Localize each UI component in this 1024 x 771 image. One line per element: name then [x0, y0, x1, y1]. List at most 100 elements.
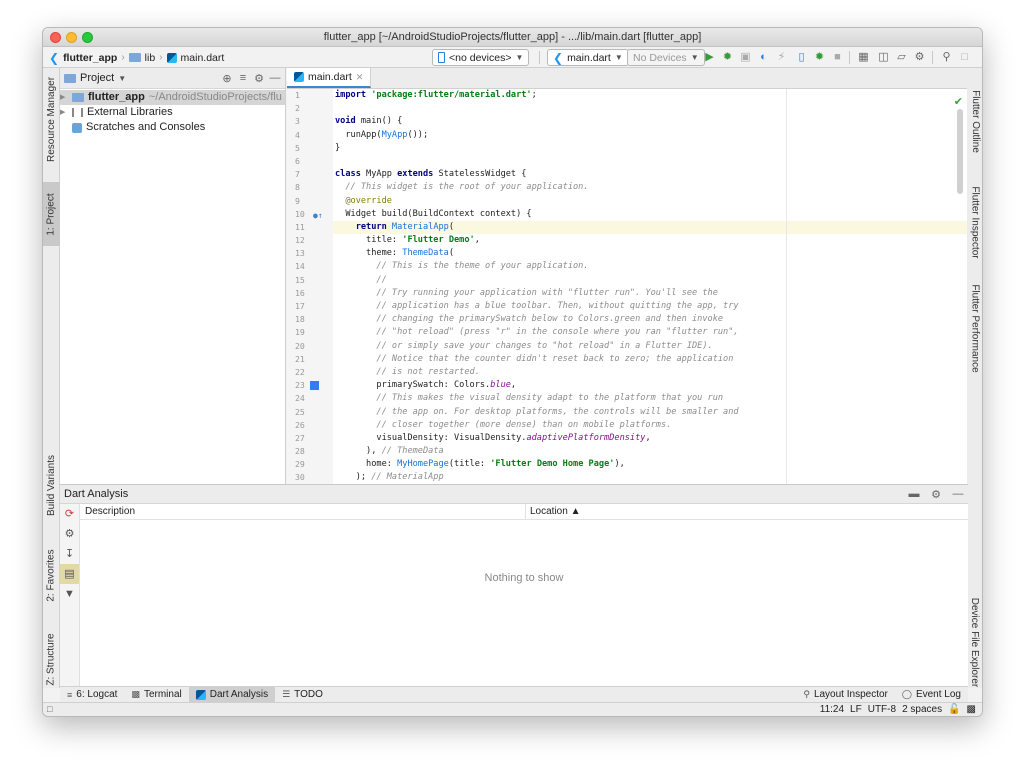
hide-icon[interactable]: — — [269, 72, 281, 84]
editor-scrollbar[interactable] — [957, 109, 963, 194]
indent-setting[interactable]: 2 spaces — [902, 704, 942, 715]
tab-build-variants[interactable]: Build Variants — [43, 444, 60, 526]
code-text: main() { — [360, 116, 403, 127]
line-number: 6 — [295, 155, 300, 166]
line-number: 5 — [295, 142, 300, 153]
tree-item-scratches[interactable]: Scratches and Consoles — [60, 120, 285, 135]
tab-structure[interactable]: Z: Structure — [43, 626, 60, 692]
attach-debugger-icon[interactable]: ✹ — [812, 50, 827, 65]
tree-item-project-root[interactable]: ▶ flutter_app ~/AndroidStudioProjects/fl… — [60, 90, 285, 105]
sync-project-icon[interactable]: ◫ — [876, 50, 891, 65]
breadcrumb-project[interactable]: flutter_app — [63, 52, 117, 64]
code-text: ( — [448, 248, 455, 259]
tree-item-external-libraries[interactable]: ▶ External Libraries — [60, 105, 285, 120]
tab-event-log[interactable]: ◯ Event Log — [895, 687, 968, 703]
code-text: , — [474, 235, 480, 246]
flutter-icon: ❮ — [49, 50, 60, 65]
file-encoding[interactable]: UTF-8 — [868, 704, 896, 715]
color-swatch-icon[interactable] — [310, 381, 319, 391]
search-icon[interactable]: ⚲ — [939, 50, 954, 65]
chevron-right-icon: › — [159, 52, 163, 63]
tab-favorites[interactable]: 2: Favorites — [43, 536, 60, 614]
run-config-selector[interactable]: ❮ main.dart ▼ — [547, 49, 629, 66]
chevron-right-icon[interactable]: ▶ — [60, 105, 68, 120]
group-by-icon[interactable]: ▤ — [60, 564, 79, 584]
run-icon[interactable]: ▶ — [702, 50, 717, 65]
chevron-down-icon[interactable]: ▼ — [118, 74, 126, 83]
tab-main-dart[interactable]: main.dart ✕ — [287, 68, 372, 88]
close-window-button[interactable] — [50, 32, 61, 43]
chevron-right-icon[interactable]: ▶ — [60, 90, 68, 105]
logcat-icon: ≡ — [67, 689, 73, 700]
avd-manager-icon[interactable]: ▯ — [794, 50, 809, 65]
code-text: , — [510, 380, 517, 391]
user-icon[interactable]: □ — [957, 50, 972, 65]
line-number: 1 — [295, 90, 300, 100]
tab-device-file-explorer[interactable]: Device File Explorer — [967, 582, 982, 702]
tab-flutter-outline[interactable]: Flutter Outline — [967, 76, 982, 166]
profile-icon[interactable]: ◐ — [756, 50, 771, 65]
code-text: visualDensity: VisualDensity. — [335, 432, 527, 443]
line-separator[interactable]: LF — [850, 704, 862, 715]
code-text: theme: — [335, 248, 403, 259]
debug-icon[interactable]: ✹ — [720, 50, 735, 65]
tab-flutter-performance[interactable]: Flutter Performance — [967, 268, 982, 388]
close-icon[interactable]: ✕ — [356, 72, 364, 83]
device-selector[interactable]: <no devices> ▼ — [432, 49, 530, 66]
tab-dart-analysis[interactable]: Dart Analysis — [188, 686, 276, 703]
folder-icon — [128, 53, 141, 62]
gear-icon[interactable]: ⚙ — [930, 488, 942, 501]
code-line: title: 'Flutter Demo', — [333, 234, 967, 247]
phone-icon — [438, 52, 445, 63]
closing-label: // MaterialApp — [371, 472, 444, 483]
code-text: StatelessWidget { — [438, 169, 527, 180]
code-line: ), // ThemeData — [333, 445, 967, 458]
zoom-window-button[interactable] — [82, 32, 93, 43]
code-line: class MyApp extends StatelessWidget { — [333, 168, 967, 181]
analysis-ok-icon[interactable]: ✔ — [954, 95, 963, 108]
column-divider[interactable] — [525, 504, 526, 520]
project-view-selector[interactable]: Project — [80, 72, 114, 84]
code-line: primarySwatch: Colors.blue, — [333, 379, 967, 392]
gradle-icon[interactable]: ⚙ — [912, 50, 927, 65]
breadcrumb-file[interactable]: main.dart — [181, 52, 225, 64]
layout-icon[interactable]: ▬ — [908, 488, 920, 500]
filter-icon[interactable]: ▼ — [60, 584, 79, 604]
tab-resource-manager[interactable]: Resource Manager — [43, 70, 60, 168]
tab-logcat[interactable]: ≡ 6: Logcat — [60, 687, 124, 703]
hide-icon[interactable]: — — [952, 488, 964, 500]
code-area[interactable]: 1 2 3 4 5 6 7 8 9 10 ●↑ 11 12 13 14 15 16… — [287, 89, 967, 484]
device-dropdown[interactable]: No Devices ▼ — [627, 49, 705, 66]
code-line: Widget build(BuildContext context) { — [335, 208, 532, 219]
hot-reload-icon[interactable]: ⚡ — [774, 50, 789, 65]
coverage-icon[interactable]: ▣ — [738, 50, 753, 65]
tab-terminal[interactable]: ▩ Terminal — [124, 687, 188, 703]
stop-icon[interactable]: ■ — [830, 50, 845, 65]
tab-project[interactable]: 1: Project — [43, 182, 60, 246]
gear-icon[interactable]: ⚙ — [253, 72, 265, 85]
column-location[interactable]: Location ▲ — [530, 506, 580, 517]
minimize-window-button[interactable] — [66, 32, 77, 43]
memory-indicator-icon[interactable]: ▩ — [967, 704, 976, 715]
project-panel-header: Project ▼ ⊕ ≡ ⚙ — — [60, 68, 285, 89]
dart-file-icon — [166, 52, 177, 63]
locate-icon[interactable]: ⊕ — [221, 72, 233, 85]
tab-todo[interactable]: ☰ TODO — [275, 687, 330, 703]
collapse-all-icon[interactable]: ≡ — [237, 72, 249, 84]
tool-windows-toggle-icon[interactable]: □ — [47, 704, 52, 714]
autoscroll-icon[interactable]: ↧ — [60, 544, 79, 564]
caret-position[interactable]: 11:24 — [820, 704, 844, 715]
code-lines[interactable]: import 'package:flutter/material.dart'; … — [333, 89, 967, 484]
reanalyze-icon[interactable]: ⟳ — [60, 504, 79, 524]
line-number: 19 — [295, 327, 305, 338]
line-number: 13 — [295, 248, 305, 259]
sdk-manager-icon[interactable]: ▱ — [894, 50, 909, 65]
column-description[interactable]: Description — [85, 506, 135, 517]
tab-layout-inspector[interactable]: ⚲ Layout Inspector — [796, 687, 895, 703]
breadcrumb-folder[interactable]: lib — [145, 52, 156, 64]
project-structure-icon[interactable]: ▦ — [856, 50, 871, 65]
settings-icon[interactable]: ⚙ — [60, 524, 79, 544]
lock-icon[interactable]: 🔓 — [948, 704, 960, 715]
tab-flutter-inspector[interactable]: Flutter Inspector — [967, 172, 982, 272]
